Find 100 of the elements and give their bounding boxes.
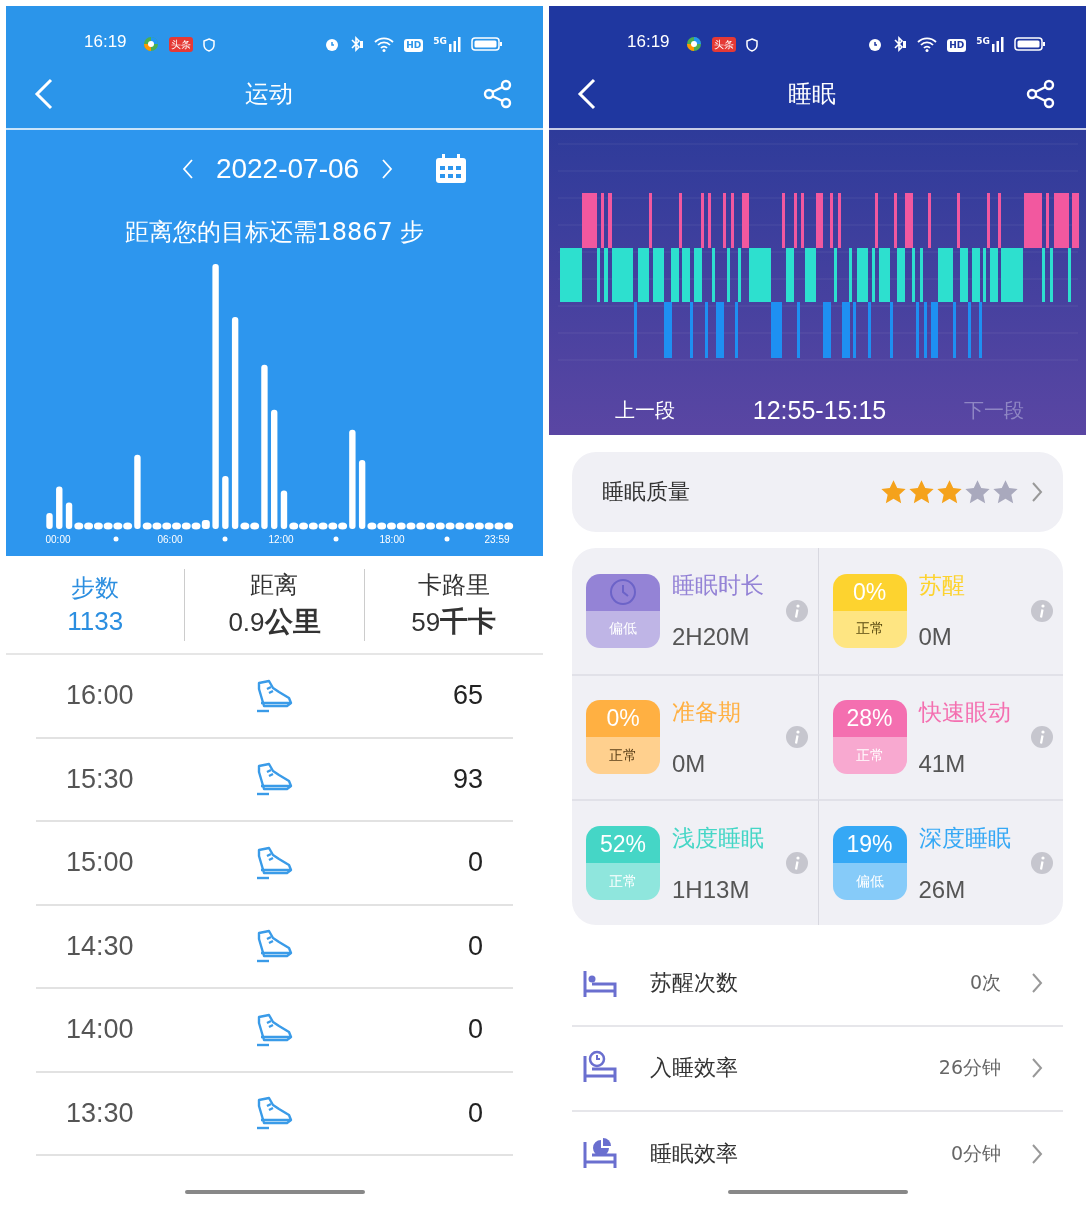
sleep-quality-card[interactable]: 睡眠质量 bbox=[572, 452, 1063, 532]
share-icon[interactable] bbox=[1026, 79, 1056, 109]
record-steps: 0 bbox=[467, 1097, 483, 1129]
record-time: 15:30 bbox=[66, 763, 135, 795]
star-icon bbox=[992, 479, 1019, 505]
record-time: 14:30 bbox=[66, 930, 135, 962]
date-label: 2022-07-06 bbox=[215, 153, 360, 185]
record-steps: 0 bbox=[467, 847, 483, 879]
metric-value: 0分钟 bbox=[950, 1140, 1001, 1166]
stage-name: 准备期 bbox=[672, 698, 742, 727]
stage-status: 偏低 bbox=[609, 620, 637, 639]
record-steps: 93 bbox=[452, 763, 483, 795]
stage-value: 0M bbox=[918, 623, 953, 652]
news-app-icon: 头条 bbox=[711, 37, 736, 52]
stage-value: 2H20M bbox=[672, 623, 751, 652]
shoe-icon bbox=[254, 678, 295, 713]
stage-value: 26M bbox=[918, 875, 967, 904]
record-time: 16:00 bbox=[66, 680, 135, 712]
chevron-icon bbox=[1031, 481, 1043, 503]
battery-icon bbox=[1014, 36, 1046, 52]
bluetooth-icon bbox=[350, 36, 365, 52]
shoe-icon bbox=[254, 1096, 295, 1131]
time-range: 12:55-15:15 bbox=[752, 395, 887, 425]
chevron-icon bbox=[1031, 1057, 1043, 1080]
stage-name: 浅度睡眠 bbox=[672, 823, 765, 853]
shoe-icon bbox=[254, 845, 295, 880]
stage-status: 正常 bbox=[609, 747, 637, 765]
axis-label: 06:00 bbox=[157, 534, 183, 545]
bluetooth-icon bbox=[893, 36, 908, 52]
stage-percent: 52% bbox=[599, 831, 646, 859]
alarm-icon bbox=[324, 36, 341, 52]
star-icon bbox=[908, 479, 935, 505]
previous-day-icon[interactable] bbox=[181, 158, 194, 180]
quality-label: 睡眠质量 bbox=[602, 478, 691, 506]
chevron-icon bbox=[1031, 971, 1043, 994]
stage-percent: 0% bbox=[852, 578, 887, 606]
stat-tab[interactable]: 卡路里 59千卡 bbox=[363, 568, 543, 641]
record-steps: 65 bbox=[452, 680, 483, 712]
stage-status: 正常 bbox=[855, 620, 884, 639]
wifi-icon bbox=[374, 36, 395, 52]
stage-name: 苏醒 bbox=[918, 571, 966, 601]
signal-icon bbox=[992, 36, 1004, 52]
stage-percent: 28% bbox=[846, 705, 893, 733]
axis-label: 23:59 bbox=[484, 534, 510, 545]
alarm-icon bbox=[867, 36, 884, 52]
stage-value: 41M bbox=[918, 750, 967, 778]
calendar-icon[interactable] bbox=[435, 154, 468, 184]
shoe-icon bbox=[254, 929, 295, 964]
stat-tab[interactable]: 距离 0.9公里 bbox=[184, 568, 364, 641]
home-indicator[interactable] bbox=[727, 1190, 908, 1194]
battery-icon bbox=[471, 36, 503, 52]
info-icon[interactable] bbox=[1031, 599, 1053, 622]
metric-label: 苏醒次数 bbox=[650, 968, 739, 997]
back-icon[interactable] bbox=[577, 78, 597, 110]
signal-icon bbox=[449, 36, 461, 52]
stage-name: 深度睡眠 bbox=[918, 823, 1012, 853]
hd-indicator: HD bbox=[404, 39, 424, 52]
stage-name: 快速眼动 bbox=[918, 698, 1012, 727]
info-icon[interactable] bbox=[785, 726, 808, 749]
metric-label: 入睡效率 bbox=[650, 1054, 739, 1083]
home-indicator[interactable] bbox=[184, 1190, 365, 1194]
stage-value: 0M bbox=[672, 750, 707, 778]
axis-label: 12:00 bbox=[268, 534, 294, 545]
axis-label: 00:00 bbox=[45, 534, 71, 545]
star-icon bbox=[964, 479, 991, 505]
info-icon[interactable] bbox=[785, 852, 808, 875]
hd-indicator: HD bbox=[947, 39, 967, 52]
status-time: 16:19 bbox=[84, 32, 127, 52]
star-icon bbox=[880, 479, 907, 505]
app-icon bbox=[685, 36, 702, 52]
shield-icon bbox=[202, 38, 215, 52]
shoe-icon bbox=[254, 762, 295, 797]
stage-name: 睡眠时长 bbox=[672, 571, 765, 601]
record-time: 13:30 bbox=[66, 1097, 135, 1129]
clock-icon bbox=[609, 578, 637, 607]
stage-percent: 19% bbox=[846, 831, 893, 859]
metric-value: 26分钟 bbox=[938, 1055, 1001, 1081]
wifi-icon bbox=[917, 36, 938, 52]
goal-text: 距离您的目标还需18867 步 bbox=[124, 217, 425, 248]
record-steps: 0 bbox=[467, 930, 483, 962]
stage-value: 1H13M bbox=[672, 875, 751, 904]
stage-status: 正常 bbox=[855, 747, 884, 765]
network-label: 5G bbox=[433, 36, 447, 46]
shoe-icon bbox=[254, 1012, 295, 1047]
stage-status: 正常 bbox=[609, 872, 637, 891]
stage-percent: 0% bbox=[606, 705, 640, 733]
stage-status: 偏低 bbox=[855, 872, 884, 891]
record-time: 14:00 bbox=[66, 1014, 135, 1046]
info-icon[interactable] bbox=[1031, 852, 1053, 875]
next-day-icon[interactable] bbox=[381, 158, 394, 180]
screen-title: 运动 bbox=[244, 79, 293, 110]
info-icon[interactable] bbox=[785, 599, 808, 622]
stat-tab[interactable]: 步数 1133 bbox=[6, 572, 185, 637]
metric-label: 睡眠效率 bbox=[650, 1139, 739, 1168]
previous-segment-link[interactable]: 上一段 bbox=[615, 396, 675, 424]
record-steps: 0 bbox=[467, 1014, 483, 1046]
metric-value: 0次 bbox=[969, 969, 1001, 995]
shield-icon bbox=[745, 38, 758, 52]
record-time: 15:00 bbox=[66, 847, 135, 879]
info-icon[interactable] bbox=[1031, 726, 1053, 749]
